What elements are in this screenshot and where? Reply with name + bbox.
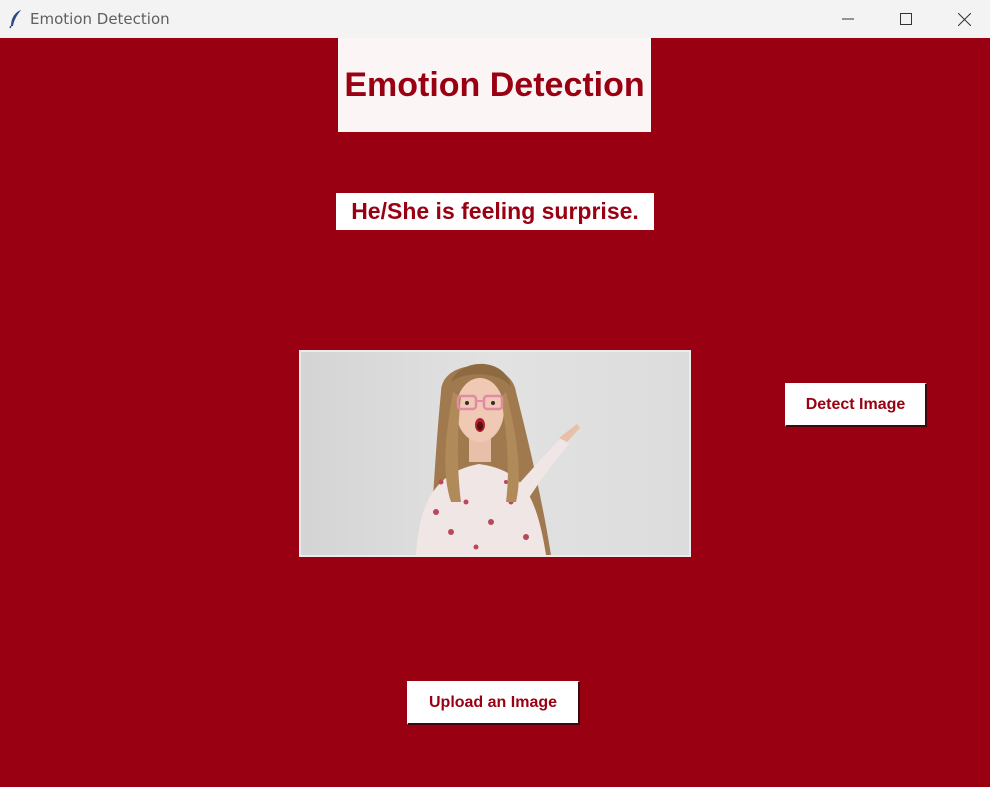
close-icon bbox=[957, 12, 971, 26]
detect-image-button[interactable]: Detect Image bbox=[785, 383, 927, 427]
emotion-result-text: He/She is feeling surprise. bbox=[351, 198, 639, 224]
page-title: Emotion Detection bbox=[344, 65, 645, 104]
minimize-button[interactable] bbox=[819, 0, 877, 38]
title-bar: Emotion Detection bbox=[0, 0, 990, 38]
maximize-icon bbox=[900, 13, 912, 25]
window-title: Emotion Detection bbox=[30, 10, 170, 28]
uploaded-photo bbox=[299, 350, 691, 557]
surprised-person-image bbox=[301, 352, 689, 555]
upload-image-button[interactable]: Upload an Image bbox=[407, 681, 580, 725]
minimize-icon bbox=[842, 18, 854, 20]
result-label: He/She is feeling surprise. bbox=[336, 193, 654, 230]
feather-icon bbox=[9, 10, 21, 29]
heading-label: Emotion Detection bbox=[338, 38, 651, 132]
maximize-button[interactable] bbox=[877, 0, 935, 38]
close-button[interactable] bbox=[935, 0, 990, 38]
app-window: Emotion Detection Emotion Detection He/S… bbox=[0, 0, 990, 787]
